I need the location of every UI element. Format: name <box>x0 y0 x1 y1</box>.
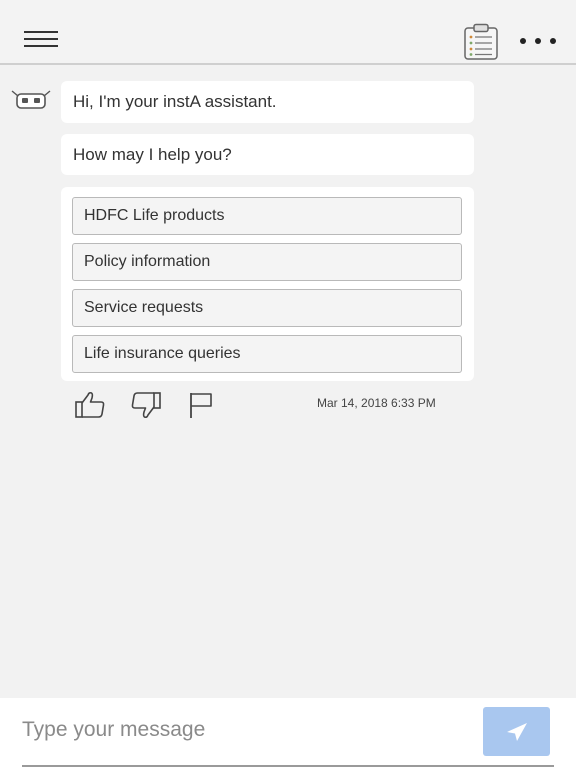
hamburger-menu-icon[interactable] <box>24 31 58 47</box>
message-input[interactable] <box>22 712 462 748</box>
message-text: How may I help you? <box>73 144 232 164</box>
send-button[interactable] <box>483 707 550 756</box>
message-text: Hi, I'm your instA assistant. <box>73 92 277 111</box>
more-horizontal-icon[interactable] <box>514 32 562 50</box>
clipboard-list-icon[interactable] <box>462 23 500 61</box>
thumbs-down-icon[interactable] <box>128 390 162 420</box>
thumbs-up-icon[interactable] <box>74 390 108 420</box>
app-header <box>0 0 576 65</box>
quick-reply-card: HDFC Life products Policy information Se… <box>61 187 474 381</box>
assistant-message: Hi, I'm your instA assistant. <box>61 81 474 123</box>
message-timestamp: Mar 14, 2018 6:33 PM <box>317 396 436 410</box>
robot-assistant-icon <box>10 88 52 110</box>
input-underline <box>22 765 554 767</box>
message-composer <box>0 698 576 768</box>
assistant-message: How may I help you? <box>61 134 474 175</box>
send-arrow-icon <box>506 722 527 741</box>
flag-icon[interactable] <box>186 390 220 420</box>
option-life-insurance-queries[interactable]: Life insurance queries <box>72 335 462 373</box>
option-hdfc-life-products[interactable]: HDFC Life products <box>72 197 462 235</box>
option-policy-information[interactable]: Policy information <box>72 243 462 281</box>
option-service-requests[interactable]: Service requests <box>72 289 462 327</box>
